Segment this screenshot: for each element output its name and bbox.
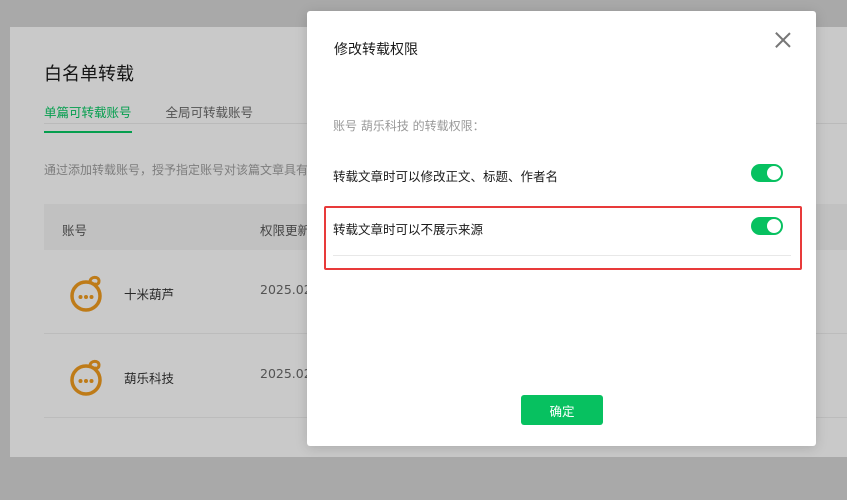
close-icon[interactable] [774, 31, 792, 49]
setting-modify-content: 转载文章时可以修改正文、标题、作者名 [333, 164, 791, 186]
setting-label: 转载文章时可以修改正文、标题、作者名 [333, 169, 559, 184]
toggle-switch[interactable] [751, 164, 783, 182]
permission-dialog: 修改转载权限 账号 葫乐科技 的转载权限： 转载文章时可以修改正文、标题、作者名… [307, 11, 816, 446]
permission-label: 账号 葫乐科技 的转载权限： [333, 119, 485, 133]
toggle-knob [767, 166, 781, 180]
dialog-title: 修改转载权限 [334, 42, 418, 58]
highlight-box [324, 206, 802, 270]
confirm-button[interactable]: 确定 [521, 395, 603, 425]
